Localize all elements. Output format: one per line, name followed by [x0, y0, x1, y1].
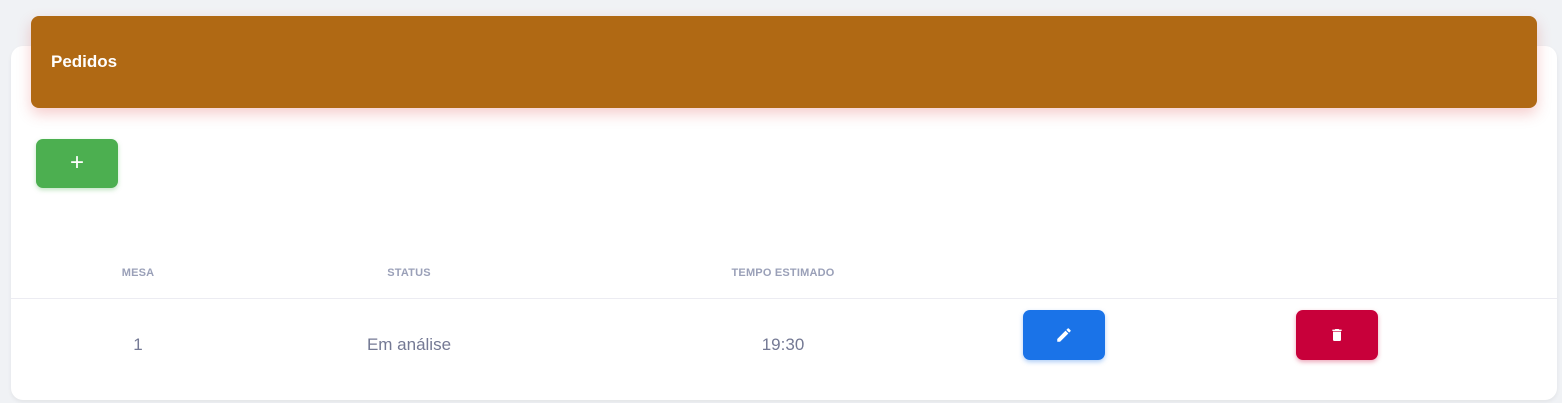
trash-icon — [1332, 329, 1342, 341]
plus-icon: + — [69, 148, 84, 176]
cell-tempo-estimado: 19:30 — [761, 335, 805, 354]
column-header-status: STATUS — [387, 267, 431, 279]
add-order-button[interactable]: + — [36, 139, 118, 188]
cell-mesa: 1 — [133, 335, 143, 354]
delete-button[interactable] — [1296, 310, 1378, 360]
cell-status: Em análise — [366, 335, 452, 354]
table-row: 1 Em análise 19:30 — [11, 300, 1557, 390]
column-header-mesa: MESA — [121, 267, 155, 279]
edit-button[interactable] — [1023, 310, 1105, 360]
column-header-tempo-estimado: TEMPO ESTIMADO — [731, 267, 835, 279]
page-title: Pedidos — [51, 52, 118, 71]
card-header: Pedidos — [31, 16, 1537, 108]
table-header: MESA STATUS TEMPO ESTIMADO — [11, 252, 1557, 299]
pencil-icon — [1057, 328, 1071, 342]
